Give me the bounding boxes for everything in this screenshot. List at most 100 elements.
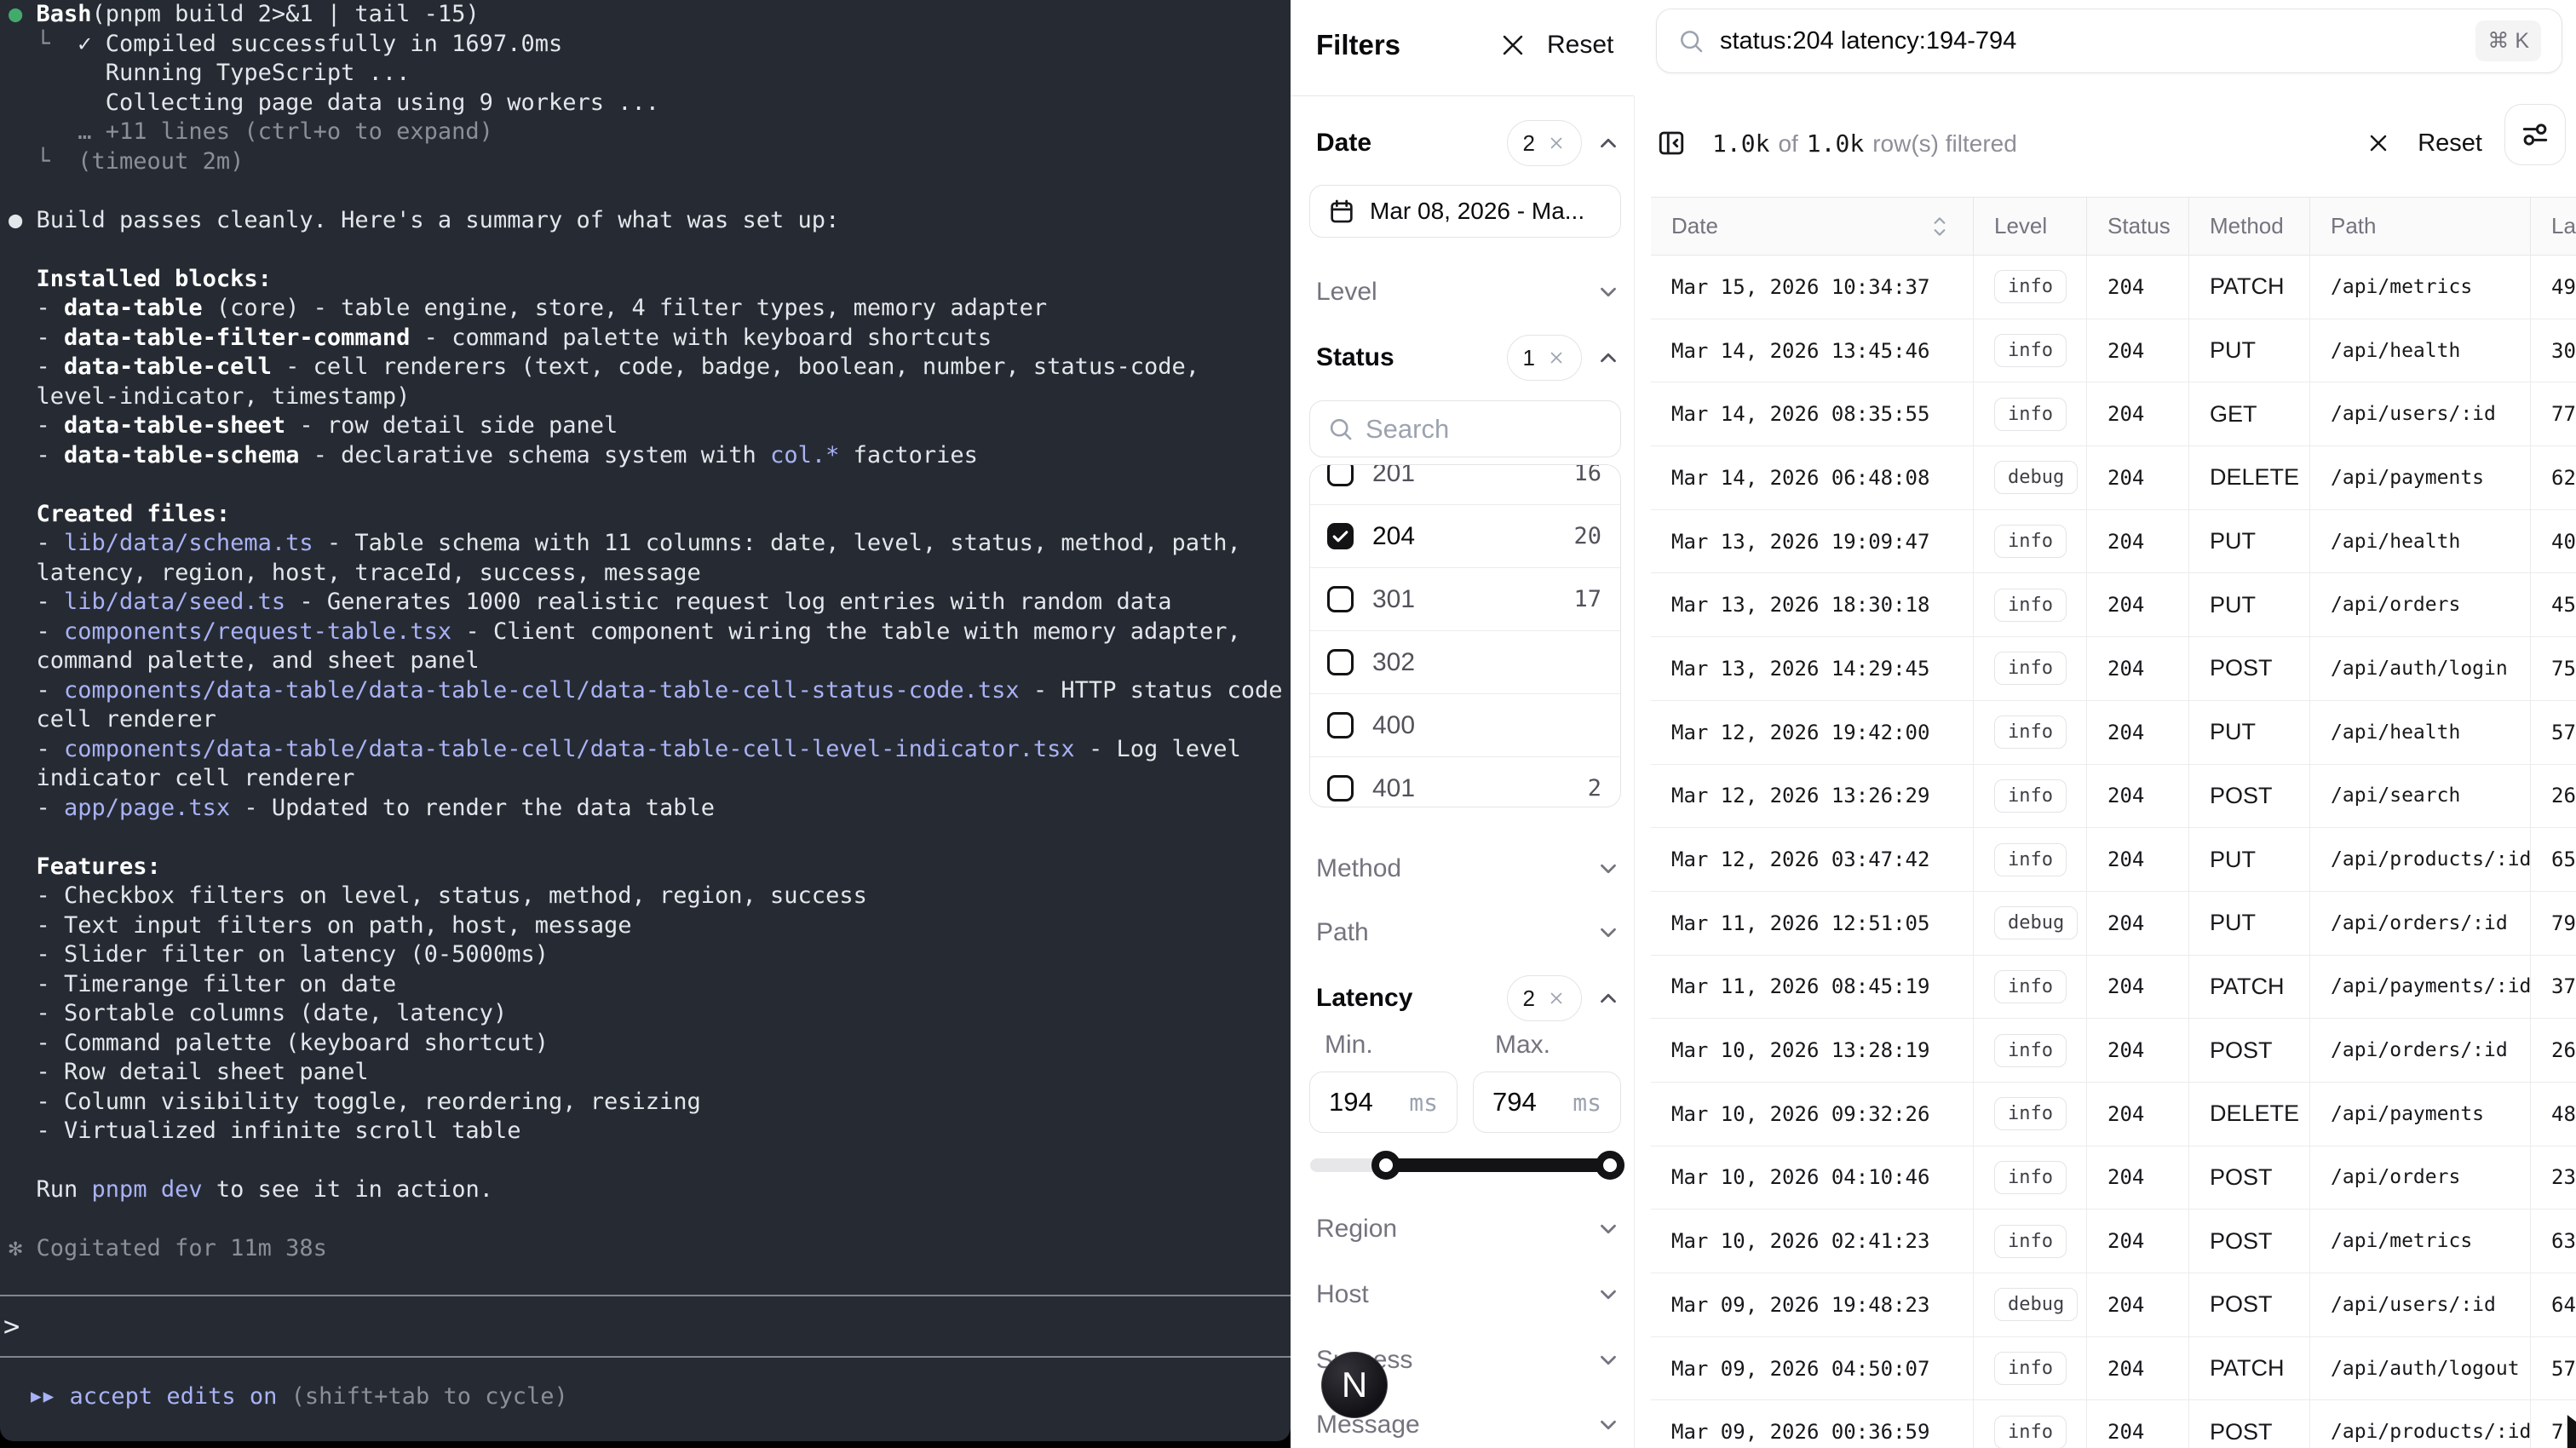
latency-unit: ms [1409, 1089, 1438, 1117]
cell-status: 204 [2087, 828, 2189, 891]
chevron-up-icon[interactable] [1596, 130, 1621, 156]
cell-method: PATCH [2189, 256, 2310, 319]
column-header-latency[interactable]: Latency [2531, 198, 2576, 255]
status-option-list[interactable]: 2011620420301173024004012 [1309, 464, 1621, 807]
panel-collapse-icon[interactable] [1656, 128, 1687, 158]
table-row[interactable]: Mar 14, 2026 08:35:55info204GET/api/user… [1651, 382, 2576, 446]
table-row[interactable]: Mar 14, 2026 06:48:08debug204DELETE/api/… [1651, 446, 2576, 510]
latency-slider[interactable] [1309, 1141, 1621, 1189]
filter-section-latency[interactable]: Latency 2 [1316, 971, 1621, 1026]
latency-max-input[interactable]: 794 ms [1473, 1072, 1621, 1133]
table-row[interactable]: Mar 10, 2026 04:10:46info204POST/api/ord… [1651, 1146, 2576, 1210]
cell-status: 204 [2087, 637, 2189, 700]
cell-method: POST [2189, 1019, 2310, 1082]
checkbox-icon[interactable] [1327, 775, 1354, 802]
chevron-down-icon[interactable] [1596, 856, 1621, 882]
column-header-method[interactable]: Method [2189, 198, 2310, 255]
table-row[interactable]: Mar 15, 2026 10:34:37info204PATCH/api/me… [1651, 256, 2576, 319]
table-row[interactable]: Mar 13, 2026 18:30:18info204PUT/api/orde… [1651, 573, 2576, 637]
filter-badge[interactable]: 1 [1507, 335, 1582, 381]
table-row[interactable]: Mar 12, 2026 19:42:00info204PUT/api/heal… [1651, 701, 2576, 765]
checkbox-icon[interactable] [1327, 586, 1354, 612]
filter-section-level[interactable]: Level [1316, 265, 1621, 319]
chevron-up-icon[interactable] [1596, 985, 1621, 1011]
filters-reset-button[interactable]: Reset [1547, 31, 1613, 60]
filter-section-date[interactable]: Date 2 [1316, 116, 1621, 170]
chevron-down-icon[interactable] [1596, 1216, 1621, 1242]
filter-section-status[interactable]: Status 1 [1316, 330, 1621, 385]
chevron-down-icon[interactable] [1596, 279, 1621, 305]
table-row[interactable]: Mar 11, 2026 12:51:05debug204PUT/api/ord… [1651, 892, 2576, 956]
checkbox-icon[interactable] [1327, 649, 1354, 675]
level-badge: info [1994, 270, 2067, 303]
status-option[interactable]: 20420 [1310, 505, 1620, 568]
sort-icon[interactable] [1929, 214, 1951, 239]
terminal-prompt[interactable]: > [3, 1310, 20, 1342]
date-range-button[interactable]: Mar 08, 2026 - Ma... [1309, 185, 1621, 238]
clear-filter-icon[interactable] [1547, 134, 1566, 152]
status-option[interactable]: 4012 [1310, 757, 1620, 807]
cell-date: Mar 09, 2026 04:50:07 [1651, 1337, 1974, 1400]
cell-level: debug [1974, 1273, 2087, 1336]
cell-latency: 40 [2531, 510, 2576, 573]
slider-handle-min[interactable] [1371, 1151, 1400, 1180]
column-header-level[interactable]: Level [1974, 198, 2087, 255]
chevron-up-icon[interactable] [1596, 345, 1621, 371]
checkbox-icon[interactable] [1327, 464, 1354, 486]
column-header-date[interactable]: Date [1651, 198, 1974, 255]
table-row[interactable]: Mar 12, 2026 03:47:42info204PUT/api/prod… [1651, 828, 2576, 892]
cell-path: /api/health [2310, 701, 2531, 764]
checkbox-icon[interactable] [1327, 712, 1354, 738]
terminal-status-bar: ▶▶ accept edits on (shift+tab to cycle) [31, 1382, 568, 1411]
filter-section-method[interactable]: Method [1316, 842, 1621, 896]
filter-badge[interactable]: 2 [1507, 975, 1582, 1021]
latency-min-input[interactable]: 194 ms [1309, 1072, 1458, 1133]
status-search-input[interactable]: Search [1309, 400, 1621, 457]
checkbox-checked-icon[interactable] [1327, 523, 1354, 549]
table-row[interactable]: Mar 12, 2026 13:26:29info204POST/api/sea… [1651, 765, 2576, 829]
command-search-input[interactable]: status:204 latency:194-794 ⌘ K [1656, 9, 2562, 73]
slider-handle-max[interactable] [1596, 1151, 1624, 1180]
chevron-down-icon[interactable] [1596, 1412, 1621, 1438]
cell-path: /api/orders [2310, 1146, 2531, 1210]
cell-method: PUT [2189, 573, 2310, 636]
status-text: row(s) filtered [1872, 130, 2017, 158]
chevron-down-icon[interactable] [1596, 920, 1621, 945]
filter-section-path[interactable]: Path [1316, 905, 1621, 960]
table-row[interactable]: Mar 09, 2026 19:48:23debug204POST/api/us… [1651, 1273, 2576, 1337]
table-row[interactable]: Mar 09, 2026 00:36:59info204POST/api/pro… [1651, 1400, 2576, 1448]
column-header-path[interactable]: Path [2310, 198, 2531, 255]
nextjs-devtools-button[interactable]: N [1321, 1352, 1388, 1418]
cell-level: info [1974, 573, 2087, 636]
table-row[interactable]: Mar 11, 2026 08:45:19info204PATCH/api/pa… [1651, 956, 2576, 1020]
filter-section-region[interactable]: Region [1316, 1202, 1621, 1256]
cell-date: Mar 12, 2026 13:26:29 [1651, 765, 1974, 828]
table-row[interactable]: Mar 10, 2026 09:32:26info204DELETE/api/p… [1651, 1083, 2576, 1146]
clear-filter-icon[interactable] [1547, 989, 1566, 1008]
toolbar-reset-button[interactable]: Reset [2418, 129, 2482, 158]
table-row[interactable]: Mar 13, 2026 14:29:45info204POST/api/aut… [1651, 637, 2576, 701]
view-options-button[interactable] [2504, 104, 2566, 165]
table-row[interactable]: Mar 13, 2026 19:09:47info204PUT/api/heal… [1651, 510, 2576, 574]
terminal-divider [0, 1295, 1291, 1296]
filter-section-host[interactable]: Host [1316, 1267, 1621, 1322]
terminal-line: ● Bash(pnpm build 2>&1 | tail -15) [9, 0, 1283, 30]
close-icon[interactable] [1498, 31, 1527, 60]
status-option[interactable]: 20116 [1310, 464, 1620, 505]
status-option[interactable]: 400 [1310, 694, 1620, 757]
table-row[interactable]: Mar 09, 2026 04:50:07info204PATCH/api/au… [1651, 1337, 2576, 1401]
chevron-down-icon[interactable] [1596, 1282, 1621, 1307]
level-badge: info [1994, 398, 2067, 431]
cell-path: /api/payments [2310, 1083, 2531, 1146]
column-header-status[interactable]: Status [2087, 198, 2189, 255]
status-option[interactable]: 302 [1310, 631, 1620, 694]
terminal-output: ● Bash(pnpm build 2>&1 | tail -15) └ ✓ C… [9, 0, 1283, 1264]
clear-filters-icon[interactable] [2365, 129, 2392, 157]
filter-badge[interactable]: 2 [1507, 120, 1582, 166]
chevron-down-icon[interactable] [1596, 1347, 1621, 1373]
table-row[interactable]: Mar 10, 2026 02:41:23info204POST/api/met… [1651, 1210, 2576, 1273]
table-row[interactable]: Mar 14, 2026 13:45:46info204PUT/api/heal… [1651, 319, 2576, 383]
clear-filter-icon[interactable] [1547, 348, 1566, 367]
status-option[interactable]: 30117 [1310, 568, 1620, 631]
table-row[interactable]: Mar 10, 2026 13:28:19info204POST/api/ord… [1651, 1019, 2576, 1083]
